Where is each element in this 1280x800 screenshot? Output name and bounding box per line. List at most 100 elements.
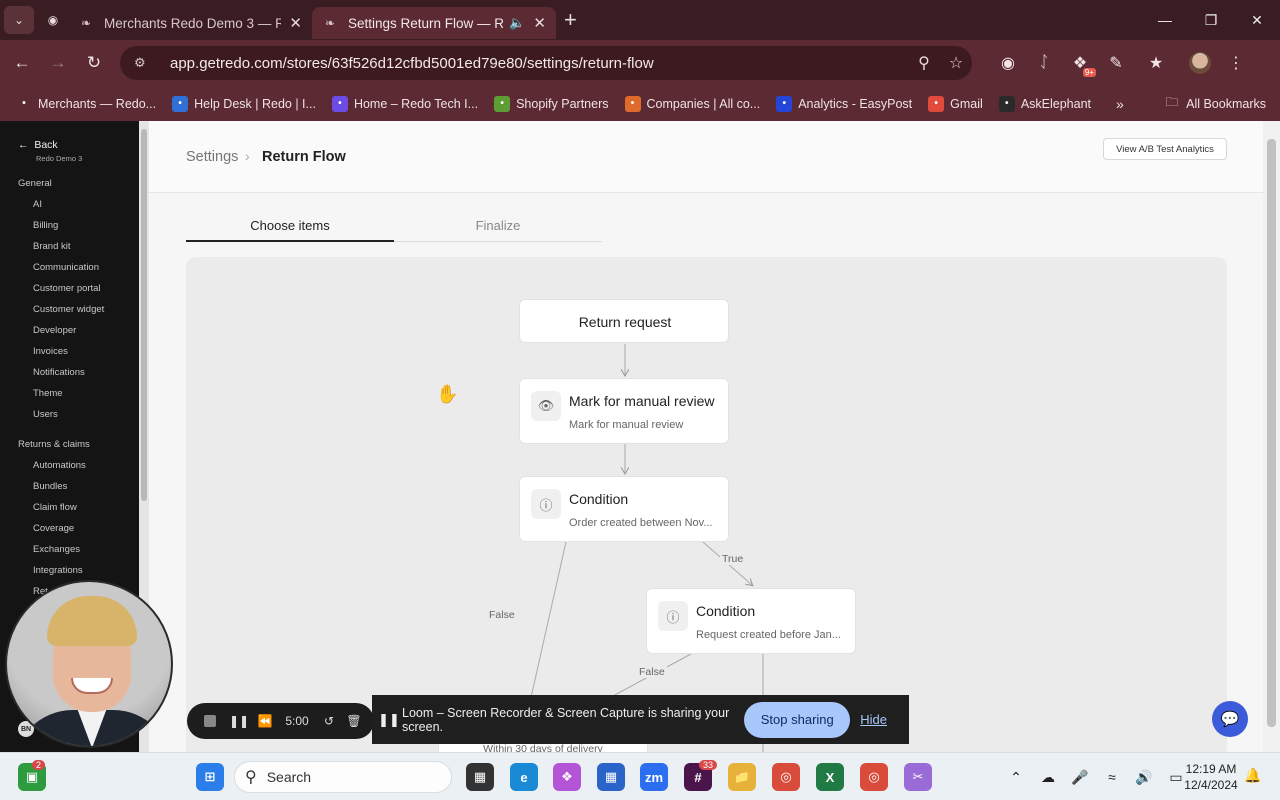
back-arrow-icon[interactable]: ← <box>4 45 40 81</box>
sidebar-item-bundles[interactable]: Bundles <box>33 481 67 492</box>
sidebar-item-theme[interactable]: Theme <box>33 388 63 399</box>
bookmark-item[interactable]: • Gmail <box>928 95 983 112</box>
pause-icon[interactable]: ❚❚ <box>227 714 251 728</box>
onedrive-icon[interactable]: ☁ <box>1032 769 1064 786</box>
file-explorer-icon[interactable]: 📁 <box>728 763 756 791</box>
back-link[interactable]: ← Back <box>18 139 58 151</box>
sidebar-item-coverage[interactable]: Coverage <box>33 523 74 534</box>
chrome-profile-icon[interactable]: ◎ <box>860 763 888 791</box>
chrome-app-icon[interactable]: ◎ <box>772 763 800 791</box>
new-tab-button[interactable]: + <box>564 7 577 33</box>
stop-sharing-button[interactable]: Stop sharing <box>744 701 851 738</box>
bookmark-label: Gmail <box>950 96 983 111</box>
flow-canvas[interactable]: Return request 👁 Mark for manual review … <box>186 257 1227 752</box>
node-condition-order-created[interactable]: ⓘ Condition Order created between Nov... <box>519 476 729 542</box>
back-label[interactable]: Back <box>34 139 57 151</box>
sidebar-item-developer[interactable]: Developer <box>33 325 76 336</box>
wifi-icon[interactable]: ≈ <box>1096 769 1128 785</box>
page-scrollbar[interactable] <box>1263 121 1280 752</box>
chat-launcher-button[interactable]: 💬 <box>1212 701 1248 737</box>
sidebar-item-communication[interactable]: Communication <box>33 262 99 273</box>
tray-chevron-up-icon[interactable]: ⌃ <box>1000 769 1032 786</box>
restart-icon[interactable]: ↺ <box>315 714 343 728</box>
avatar <box>1189 52 1211 74</box>
close-icon[interactable]: ✕ <box>289 14 302 32</box>
scrollbar-thumb[interactable] <box>141 129 147 501</box>
tab-finalize[interactable]: Finalize <box>394 218 602 233</box>
url-text[interactable]: app.getredo.com/stores/63f526d12cfbd5001… <box>170 55 908 72</box>
sidebar-item-automations[interactable]: Automations <box>33 460 86 471</box>
copilot-icon[interactable]: ❖ <box>553 763 581 791</box>
zoom-app-icon[interactable]: zm <box>640 763 668 791</box>
bookmark-item[interactable]: • Analytics - EasyPost <box>776 95 912 112</box>
address-bar[interactable]: ⚙ app.getredo.com/stores/63f526d12cfbd50… <box>120 46 972 80</box>
reload-icon[interactable]: ↻ <box>76 45 112 81</box>
restore-icon[interactable]: ❐ <box>1188 0 1234 40</box>
task-view-icon[interactable]: ▦ <box>466 763 494 791</box>
sidebar-item-brand-kit[interactable]: Brand kit <box>33 241 71 252</box>
close-icon[interactable]: ✕ <box>533 14 546 32</box>
site-info-icon[interactable]: ⚙ <box>134 55 156 71</box>
sidebar-item-customer-portal[interactable]: Customer portal <box>33 283 101 294</box>
sidebar-item-claim-flow[interactable]: Claim flow <box>33 502 77 513</box>
breadcrumb-settings[interactable]: Settings <box>186 149 238 165</box>
bookmark-star-icon[interactable]: ☆ <box>940 53 972 73</box>
node-condition-request-created[interactable]: ⓘ Condition Request created before Jan..… <box>646 588 856 654</box>
minimize-icon[interactable]: — <box>1142 0 1188 40</box>
notification-bell-icon[interactable]: 🔔 <box>1244 767 1261 784</box>
puzzle-extensions-icon[interactable]: ✎ <box>1098 46 1134 80</box>
browser-tab-settings[interactable]: ❧ Settings Return Flow — Redo 🔈 ✕ <box>312 7 556 39</box>
sharing-message: Loom – Screen Recorder & Screen Capture … <box>402 705 730 734</box>
sidebar-item-billing[interactable]: Billing <box>33 220 58 231</box>
edge-false-1 <box>529 541 567 703</box>
zoom-search-icon[interactable]: ⚲ <box>908 53 940 73</box>
sidebar-item-ai[interactable]: AI <box>33 199 42 210</box>
bookmark-item[interactable]: • Home – Redo Tech I... <box>331 95 478 112</box>
profile-avatar[interactable] <box>1182 46 1218 80</box>
sidebar-item-invoices[interactable]: Invoices <box>33 346 68 357</box>
excel-app-icon[interactable]: X <box>816 763 844 791</box>
extension-with-badge-icon[interactable]: ❖ 9+ <box>1062 46 1098 80</box>
stop-recording-icon[interactable] <box>193 715 227 727</box>
bookmark-item[interactable]: • AskElephant <box>998 95 1091 112</box>
sidebar-item-exchanges[interactable]: Exchanges <box>33 544 80 555</box>
volume-icon[interactable]: 🔊 <box>1128 769 1160 786</box>
close-window-icon[interactable]: ✕ <box>1234 0 1280 40</box>
bookmark-item[interactable]: • Shopify Partners <box>494 95 609 112</box>
tab-choose-items[interactable]: Choose items <box>186 218 394 233</box>
microphone-icon[interactable]: 🎤 <box>1064 769 1096 786</box>
menu-kebab-icon[interactable]: ⋮ <box>1218 46 1254 80</box>
hide-banner-link[interactable]: Hide <box>860 712 887 727</box>
snipping-tool-icon[interactable]: ✂ <box>904 763 932 791</box>
trash-icon[interactable]: 🗑 <box>343 714 365 728</box>
recording-indicator[interactable]: ◉ <box>38 6 68 34</box>
sidebar-item-customer-widget[interactable]: Customer widget <box>33 304 104 315</box>
rewind-icon[interactable]: ⏪ <box>251 714 279 728</box>
taskbar-search[interactable]: ⚲ Search <box>234 761 452 793</box>
translate-extension-icon[interactable]: ᛇ <box>1026 46 1062 80</box>
bookmarks-overflow-icon[interactable]: » <box>1116 86 1124 121</box>
sidebar-item-notifications[interactable]: Notifications <box>33 367 85 378</box>
tab-search-dropdown[interactable]: ⌄ <box>4 6 34 34</box>
forward-arrow-icon[interactable]: → <box>40 45 76 81</box>
grammarly-extension-icon[interactable]: ◉ <box>990 46 1026 80</box>
bookmark-item[interactable]: • Help Desk | Redo | I... <box>172 95 316 112</box>
taskbar-clock[interactable]: 12:19 AM 12/4/2024 <box>1180 761 1242 793</box>
all-bookmarks-button[interactable]: 🗀 All Bookmarks <box>1166 86 1266 121</box>
browser-tab-merchants[interactable]: ❧ Merchants Redo Demo 3 — Redo ✕ <box>68 7 312 39</box>
chevron-down-icon: ⌄ <box>13 13 25 27</box>
reading-list-star-icon[interactable]: ★ <box>1138 46 1174 80</box>
edge-browser-icon[interactable]: e <box>510 763 538 791</box>
node-manual-review[interactable]: 👁 Mark for manual review Mark for manual… <box>519 378 729 444</box>
webcam-bubble[interactable] <box>5 580 173 748</box>
view-ab-analytics-button[interactable]: View A/B Test Analytics <box>1103 138 1227 160</box>
node-return-request[interactable]: Return request <box>519 299 729 343</box>
ms-store-icon[interactable]: ▦ <box>597 763 625 791</box>
sidebar-item-users[interactable]: Users <box>33 409 58 420</box>
bookmark-item[interactable]: • Merchants — Redo... <box>16 95 156 112</box>
sidebar-item-integrations[interactable]: Integrations <box>33 565 83 576</box>
bookmark-item[interactable]: • Companies | All co... <box>624 95 760 112</box>
scrollbar-thumb[interactable] <box>1267 139 1276 727</box>
windows-start-icon[interactable]: ⊞ <box>196 763 224 791</box>
speaker-icon[interactable]: 🔈 <box>509 15 525 31</box>
